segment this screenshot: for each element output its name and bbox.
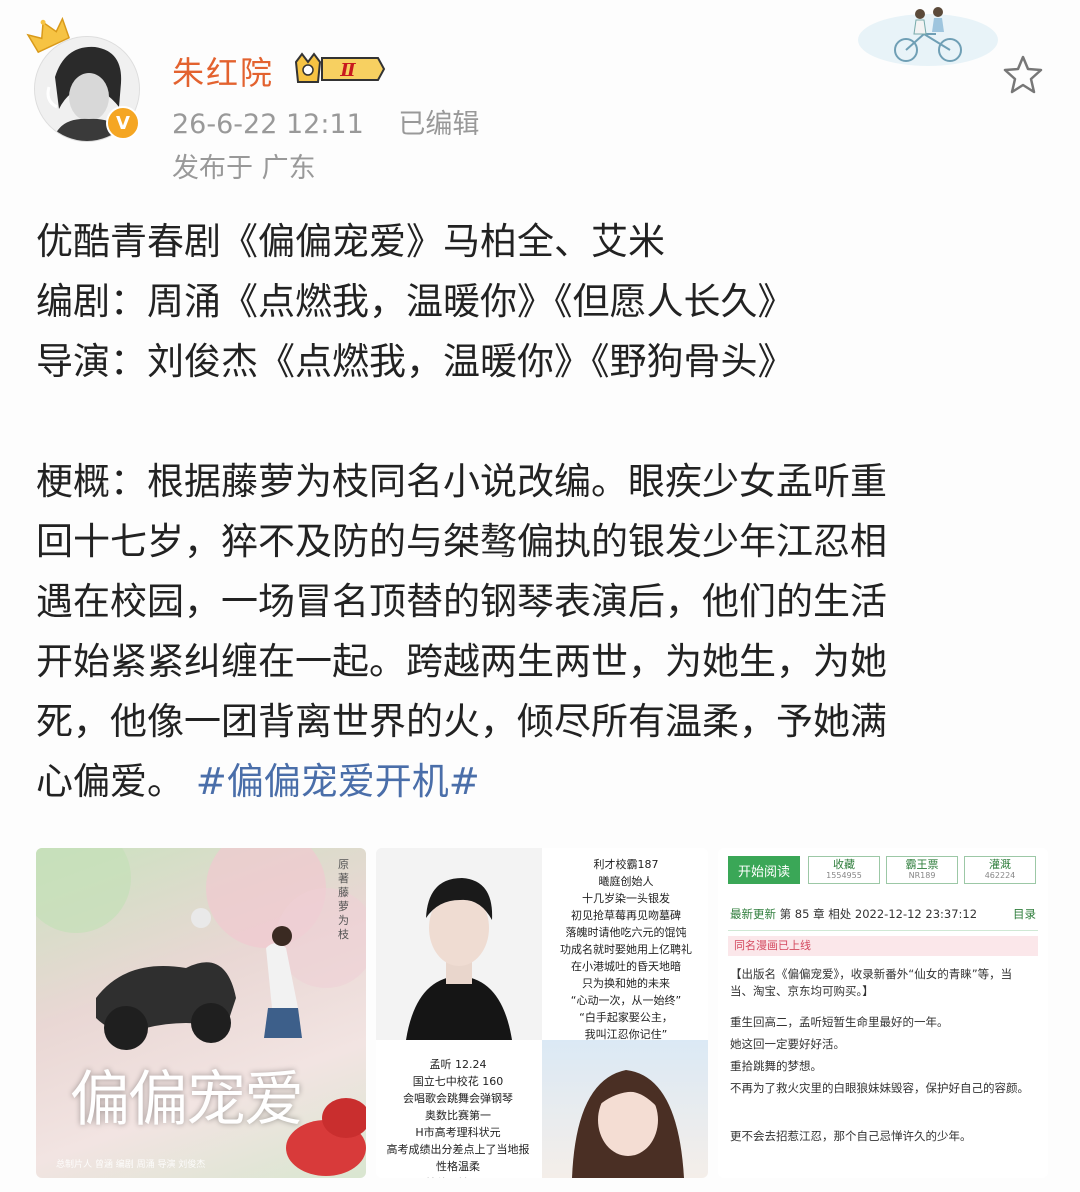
start-reading-button[interactable]: 开始阅读	[728, 856, 800, 884]
boy-illustration	[376, 848, 542, 1040]
ticket-count: NR189	[908, 871, 936, 880]
post-header: V 朱红院 Ⅱ 26-6-22 12:11 已编辑 发布于 广东	[0, 0, 1080, 200]
text-line: 编剧：周涌《点燃我，温暖你》《但愿人长久》	[36, 280, 795, 323]
post-meta: 26-6-22 12:11 已编辑	[172, 102, 479, 141]
reader-paragraph: 重生回高二，孟听短暂生命里最好的一年。	[730, 1015, 949, 1029]
reader-paragraph: 【出版名《偏偏宠爱》，收录新番外“仙女的青睐”等，当当、淘宝、京东均可购买。】	[730, 967, 1013, 998]
divider	[728, 930, 1038, 931]
level-badge-icon: Ⅱ	[294, 52, 386, 83]
synopsis-last-line: 心偏爱。 #偏偏宠爱开机#	[36, 752, 1046, 812]
text-line: 优酷青春剧《偏偏宠爱》马柏全、艾米	[36, 220, 665, 263]
collect-count: 1554955	[826, 871, 862, 880]
synopsis-line: 梗概：根据藤萝为枝同名小说改编。眼疾少女孟听重	[36, 460, 887, 503]
synopsis-end: 心偏爱。	[36, 760, 184, 803]
synopsis-line: 死，他像一团背离世界的火，倾尽所有温柔，予她满	[36, 700, 887, 743]
update-text: 第 85 章 相处 2022-12-12 23:37:12	[779, 907, 978, 921]
water-count: 462224	[984, 871, 1016, 880]
character-card-image[interactable]: 利才校霸187 曦庭创始人 十几岁染一头银发 初见抢草莓再见吻墓碑 落魄时请他吃…	[376, 848, 708, 1178]
synopsis-line: 遇在校园，一场冒名顶替的钢琴表演后，他们的生活	[36, 580, 887, 623]
username[interactable]: 朱红院	[172, 48, 274, 94]
update-label: 最新更新	[730, 907, 776, 921]
poster-title: 偏偏宠爱	[70, 1065, 304, 1135]
avatar[interactable]: V	[26, 16, 140, 142]
location: 发布于 广东	[172, 153, 316, 184]
novel-page-image[interactable]: 开始阅读 收藏 1554955 霸王票 NR189 灌溉 462224 最新更新…	[718, 848, 1048, 1178]
water-label: 灌溉	[989, 858, 1011, 871]
reader-paragraph: 不再为了救火灾里的白眼狼妹妹毁容，保护好自己的容颜。	[730, 1081, 1029, 1095]
ticket-button[interactable]: 霸王票 NR189	[886, 856, 958, 884]
boy-info: 利才校霸187 曦庭创始人 十几岁染一头银发 初见抢草莓再见吻墓碑 落魄时请他吃…	[560, 858, 692, 1041]
reader-toolbar: 开始阅读 收藏 1554955 霸王票 NR189 灌溉 462224	[728, 856, 1038, 884]
synopsis-line: 开始紧紧纠缠在一起。跨越两生两世，为她生，为她	[36, 640, 887, 683]
edited-label[interactable]: 已编辑	[398, 109, 479, 140]
timestamp: 26-6-22 12:11	[172, 109, 364, 140]
text-line: 导演：刘俊杰《点燃我，温暖你》《野狗骨头》	[36, 340, 795, 383]
girl-info: 孟听 12.24 国立七中校花 160 会唱歌会跳舞会弹钢琴 奥数比赛第一 H市…	[386, 1058, 530, 1178]
poster-credits: 总制片人 曾涵 编剧 周涌 导演 刘俊杰	[56, 1160, 206, 1170]
ticket-label: 霸王票	[905, 858, 939, 871]
girl-illustration	[542, 1040, 708, 1178]
couple-bicycle-decoration	[858, 7, 998, 66]
synopsis-line: 回十七岁，猝不及防的与桀骜偏执的银发少年江忍相	[36, 520, 887, 563]
star-icon[interactable]	[1002, 54, 1044, 94]
reader-paragraph: 她这回一定要好好活。	[730, 1037, 845, 1051]
post-body: 优酷青春剧《偏偏宠爱》马柏全、艾米 编剧：周涌《点燃我，温暖你》《但愿人长久》 …	[36, 212, 1046, 812]
reader-paragraph: 重拾跳舞的梦想。	[730, 1059, 822, 1073]
reader-paragraph: 更不会去招惹江忍，那个自己忌惮许久的少年。	[730, 1129, 972, 1143]
water-button[interactable]: 灌溉 462224	[964, 856, 1036, 884]
directory-link[interactable]: 目录	[1013, 906, 1036, 922]
poster-image[interactable]: 原著 藤萝为枝 偏偏宠爱 总制片人 曾涵 编剧 周涌 导演 刘俊杰	[36, 848, 366, 1178]
image-grid: 原著 藤萝为枝 偏偏宠爱 总制片人 曾涵 编剧 周涌 导演 刘俊杰 利才校霸18…	[36, 848, 1048, 1178]
manhua-banner[interactable]: 同名漫画已上线	[728, 936, 1038, 956]
collect-button[interactable]: 收藏 1554955	[808, 856, 880, 884]
latest-update: 最新更新 第 85 章 相处 2022-12-12 23:37:12	[730, 906, 977, 922]
poster-side-text: 原著 藤萝为枝	[338, 858, 349, 941]
collect-label: 收藏	[833, 858, 855, 871]
topic-link[interactable]: #偏偏宠爱开机#	[196, 760, 480, 803]
verified-badge-icon: V	[106, 106, 140, 140]
level-text: Ⅱ	[339, 60, 356, 81]
